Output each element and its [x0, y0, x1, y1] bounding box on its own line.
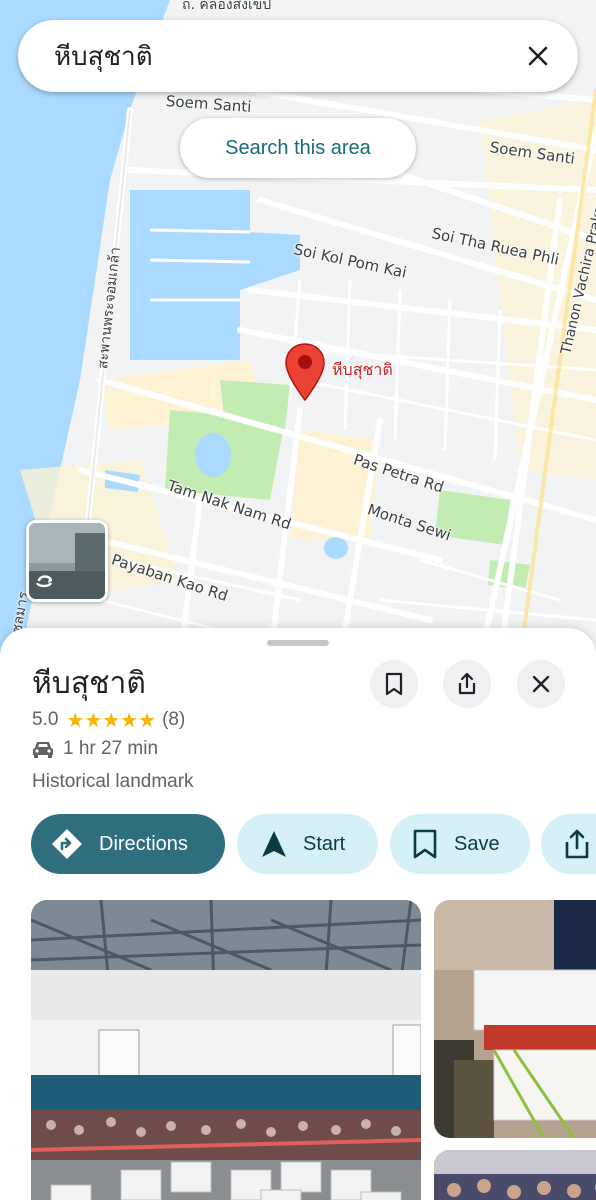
map-view[interactable]: ถ. คลองสงเขป Soem Santi Soem Santi Soi T… [0, 0, 596, 660]
start-button[interactable]: Start [237, 814, 378, 874]
map-pin-label[interactable]: หีบสุชาติ [332, 358, 393, 383]
directions-button[interactable]: Directions [31, 814, 225, 874]
place-title: หีบสุชาติ [32, 666, 146, 701]
share-button[interactable] [443, 660, 491, 708]
search-bar[interactable]: หีบสุชาติ [18, 20, 578, 92]
close-icon [532, 675, 550, 693]
place-category: Historical landmark [32, 771, 194, 792]
street-view-thumbnail[interactable] [26, 520, 108, 602]
review-count[interactable]: (8) [162, 709, 185, 731]
place-photo[interactable] [434, 900, 596, 1138]
navigation-arrow-icon [262, 831, 286, 857]
rating-row[interactable]: 5.0 ★★★★★ (8) [32, 708, 185, 732]
place-photo[interactable] [434, 1150, 596, 1200]
save-button[interactable]: Save [390, 814, 530, 874]
place-sheet: หีบสุชาติ 5.0 ★★★★★ (8) 1 hr 27 min Hist… [0, 628, 596, 1200]
save-label: Save [454, 832, 500, 855]
search-this-area-button[interactable]: Search this area [180, 118, 416, 178]
start-label: Start [303, 832, 346, 855]
bookmark-icon [385, 672, 403, 696]
travel-time: 1 hr 27 min [63, 738, 159, 759]
close-sheet-button[interactable] [517, 660, 565, 708]
directions-icon [52, 829, 82, 859]
share-icon [458, 672, 476, 695]
share-icon [565, 829, 589, 859]
map-pin-icon[interactable] [284, 342, 326, 402]
save-bookmark-button[interactable] [370, 660, 418, 708]
car-icon [33, 742, 53, 758]
star-rating-icon: ★★★★★ [66, 708, 157, 732]
drag-handle[interactable] [267, 640, 329, 646]
close-icon[interactable] [518, 36, 558, 76]
bookmark-icon [413, 829, 437, 859]
rating-value: 5.0 [32, 709, 59, 730]
directions-label: Directions [99, 832, 188, 855]
share-pill-button[interactable] [541, 814, 596, 874]
search-input[interactable]: หีบสุชาติ [54, 36, 518, 77]
road-label: ถ. คลองสงเขป [182, 0, 272, 13]
place-photo[interactable] [31, 900, 421, 1200]
travel-row: 1 hr 27 min [32, 738, 158, 760]
